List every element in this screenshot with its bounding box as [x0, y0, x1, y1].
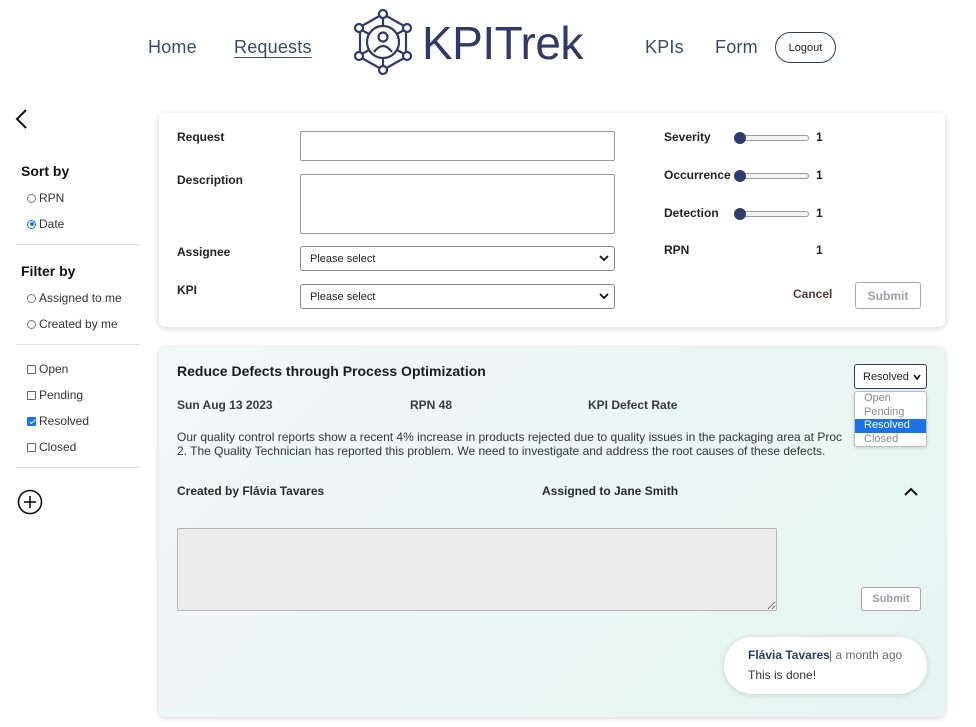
filter-created-radio[interactable]: Created by me — [27, 317, 118, 331]
status-pending-label: Pending — [39, 388, 84, 402]
slider-track — [735, 211, 809, 217]
chevron-down-icon — [599, 255, 609, 262]
kpi-select[interactable]: Please select — [300, 284, 615, 309]
slider-thumb[interactable] — [734, 170, 746, 182]
occurrence-label: Occurrence — [664, 168, 731, 182]
kpi-label: KPI — [177, 283, 198, 297]
sidebar-divider — [16, 467, 140, 468]
status-dropdown-list: Open Pending Resolved Closed — [854, 391, 927, 447]
occurrence-value: 1 — [816, 168, 823, 182]
radio-checked-icon[interactable] — [27, 219, 36, 229]
sidebar-divider — [16, 244, 140, 245]
logout-button[interactable]: Logout — [775, 32, 836, 63]
checkbox-checked-icon[interactable] — [27, 416, 36, 426]
created-by: Created by Flávia Tavares — [177, 484, 325, 498]
comment-author: Flávia Tavares — [748, 648, 830, 662]
request-description-line: 2. The Quality Technician has reported t… — [177, 444, 826, 458]
detection-slider[interactable] — [734, 208, 809, 220]
comment-submit-button[interactable]: Submit — [861, 587, 921, 611]
sort-rpn-label: RPN — [39, 191, 65, 205]
status-option-resolved[interactable]: Resolved — [855, 419, 926, 433]
kpi-select-value: Please select — [310, 290, 376, 303]
top-nav: Home Requests KPITrek KPIs Form Logout — [0, 0, 976, 95]
filter-by-heading: Filter by — [21, 263, 76, 279]
status-select[interactable]: Resolved — [854, 364, 927, 389]
assigned-to: Assigned to Jane Smith — [542, 484, 679, 498]
submit-button[interactable]: Submit — [855, 282, 921, 309]
comment-bubble: Flávia Tavares | a month ago This is don… — [724, 637, 927, 694]
request-description-line: Our quality control reports show a recen… — [177, 430, 843, 444]
radio-icon[interactable] — [27, 193, 36, 203]
chevron-down-icon — [599, 293, 609, 300]
comment-textarea[interactable] — [177, 528, 777, 611]
new-request-form: Request Description Assignee Please sele… — [159, 113, 945, 327]
detection-value: 1 — [816, 206, 823, 220]
assignee-select[interactable]: Please select — [300, 246, 615, 271]
status-closed-checkbox[interactable]: Closed — [27, 440, 76, 454]
network-person-icon — [353, 8, 413, 76]
status-closed-label: Closed — [39, 440, 77, 454]
sort-date-label: Date — [39, 217, 65, 231]
status-resolved-label: Resolved — [39, 414, 90, 428]
logo-wordmark: KPITrek — [422, 17, 583, 69]
slider-thumb[interactable] — [734, 208, 746, 220]
chevron-left-icon[interactable] — [13, 107, 33, 131]
sort-rpn-radio[interactable]: RPN — [27, 191, 64, 205]
assignee-select-value: Please select — [310, 252, 376, 265]
slider-track — [735, 173, 809, 179]
status-option-open[interactable]: Open — [855, 392, 926, 406]
filter-created-label: Created by me — [39, 317, 118, 331]
detection-label: Detection — [664, 206, 719, 220]
status-option-closed[interactable]: Closed — [855, 433, 926, 447]
request-label: Request — [177, 130, 225, 144]
filter-assigned-radio[interactable]: Assigned to me — [27, 291, 122, 305]
radio-icon[interactable] — [27, 319, 36, 329]
comment-time: | a month ago — [829, 648, 903, 662]
rpn-value: 1 — [816, 243, 823, 257]
assignee-label: Assignee — [177, 245, 231, 259]
request-kpi: KPI Defect Rate — [588, 398, 678, 412]
nav-home-link[interactable]: Home — [148, 37, 197, 58]
description-textarea[interactable] — [300, 174, 615, 234]
sidebar-divider — [16, 344, 140, 345]
cancel-button[interactable]: Cancel — [793, 287, 832, 301]
nav-form-link[interactable]: Form — [715, 37, 758, 58]
status-pending-checkbox[interactable]: Pending — [27, 388, 83, 402]
request-date: Sun Aug 13 2023 — [177, 398, 273, 412]
add-circle-icon[interactable] — [17, 489, 43, 515]
status-resolved-checkbox[interactable]: Resolved — [27, 414, 89, 428]
slider-thumb[interactable] — [734, 132, 746, 144]
chevron-down-icon — [913, 374, 921, 380]
request-title: Reduce Defects through Process Optimizat… — [177, 363, 486, 379]
request-card: Reduce Defects through Process Optimizat… — [159, 347, 945, 717]
request-description: Our quality control reports show a recen… — [177, 430, 857, 458]
request-input[interactable] — [300, 131, 615, 161]
sort-by-heading: Sort by — [21, 163, 70, 179]
checkbox-icon[interactable] — [27, 442, 36, 452]
filter-assigned-label: Assigned to me — [39, 291, 122, 305]
severity-slider[interactable] — [734, 132, 809, 144]
rpn-label: RPN — [664, 243, 690, 257]
severity-value: 1 — [816, 130, 823, 144]
comment-text: This is done! — [748, 668, 817, 682]
checkbox-icon[interactable] — [27, 364, 36, 374]
nav-requests-link[interactable]: Requests — [234, 37, 312, 58]
radio-icon[interactable] — [27, 293, 36, 303]
severity-label: Severity — [664, 130, 711, 144]
nav-kpis-link[interactable]: KPIs — [645, 37, 684, 58]
request-rpn: RPN 48 — [410, 398, 453, 412]
sort-date-radio[interactable]: Date — [27, 217, 64, 231]
occurrence-slider[interactable] — [734, 170, 809, 182]
app-logo[interactable]: KPITrek — [352, 8, 592, 78]
status-option-pending[interactable]: Pending — [855, 406, 926, 420]
status-open-checkbox[interactable]: Open — [27, 362, 68, 376]
chevron-up-icon[interactable] — [903, 487, 919, 497]
status-open-label: Open — [39, 362, 69, 376]
slider-track — [735, 135, 809, 141]
description-label: Description — [177, 173, 244, 187]
status-select-value: Resolved — [863, 370, 909, 383]
checkbox-icon[interactable] — [27, 390, 36, 400]
